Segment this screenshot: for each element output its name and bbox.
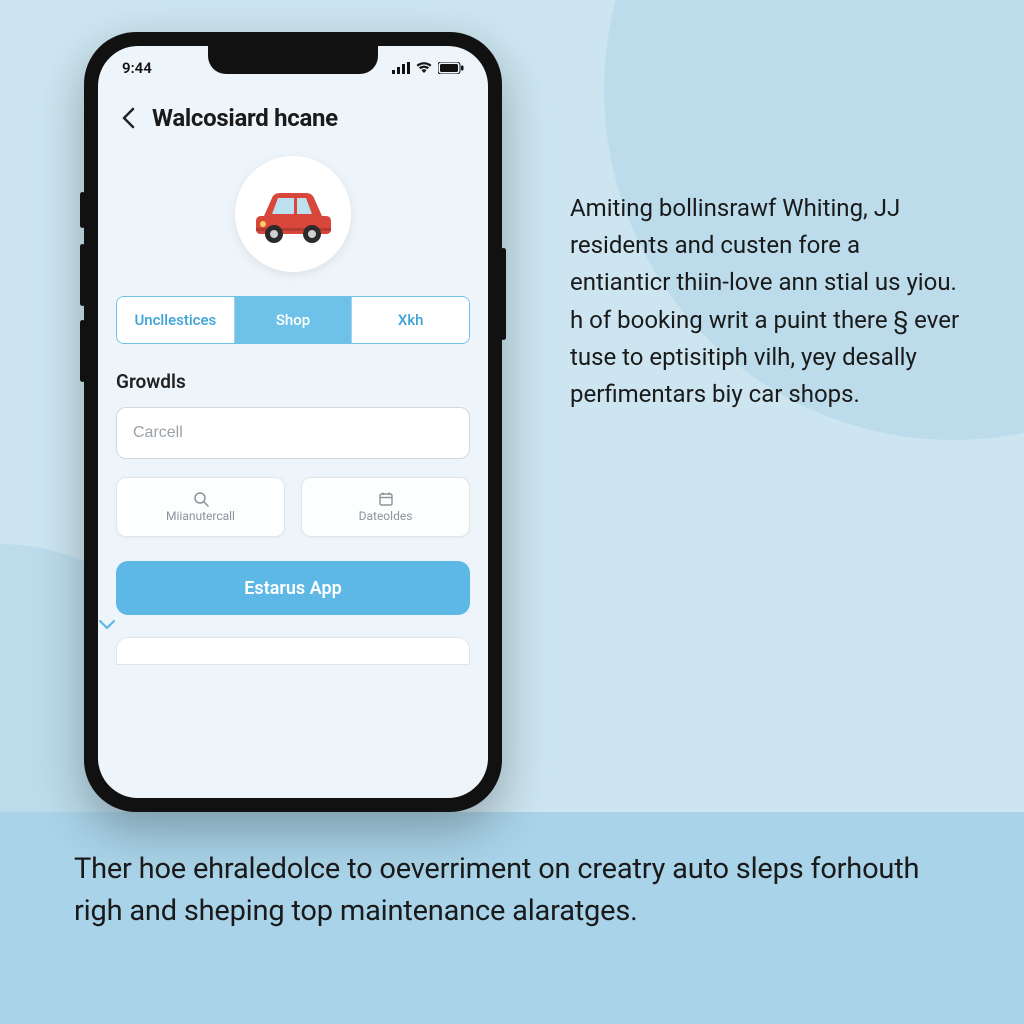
wifi-icon xyxy=(416,62,432,74)
page-title: Walcosiard hcane xyxy=(152,104,338,132)
chevron-down-icon[interactable] xyxy=(98,619,488,631)
option-label: Miianutercall xyxy=(166,509,235,523)
tab-shop[interactable]: Shop xyxy=(235,297,353,343)
phone-side-button xyxy=(80,192,85,228)
app-header: Walcosiard hcane xyxy=(98,90,488,142)
phone-screen: 9:44 Walcosiard hcane xyxy=(98,46,488,798)
tab-xkh[interactable]: Xkh xyxy=(352,297,469,343)
car-icon xyxy=(250,184,336,244)
option-row: Miianutercall Dateoldes xyxy=(116,477,470,537)
battery-icon xyxy=(438,62,464,74)
avatar-container xyxy=(98,156,488,272)
section-title: Growdls xyxy=(116,370,470,393)
cellular-icon xyxy=(392,62,410,74)
bottom-paragraph: Ther hoe ehraledolce to oeverriment on c… xyxy=(74,848,954,932)
dateoldes-option[interactable]: Dateoldes xyxy=(301,477,470,537)
tab-label: Xkh xyxy=(398,311,424,329)
tab-label: Shop xyxy=(276,311,310,329)
phone-notch xyxy=(208,46,378,74)
phone-side-button xyxy=(80,320,85,382)
car-avatar xyxy=(235,156,351,272)
phone-device-frame: 9:44 Walcosiard hcane xyxy=(84,32,502,812)
status-time: 9:44 xyxy=(122,59,152,77)
carcell-input[interactable] xyxy=(116,407,470,459)
side-paragraph: Amiting bollinsrawf Whiting, JJ resident… xyxy=(570,190,960,413)
calendar-icon xyxy=(378,491,394,507)
phone-side-button xyxy=(501,248,506,340)
tab-label: Uncllestices xyxy=(134,311,216,329)
phone-side-button xyxy=(80,244,85,306)
tab-uncllestices[interactable]: Uncllestices xyxy=(117,297,235,343)
button-label: Estarus App xyxy=(244,578,341,599)
option-label: Dateoldes xyxy=(359,509,413,523)
estarus-app-button[interactable]: Estarus App xyxy=(116,561,470,615)
next-card-peek xyxy=(116,637,470,665)
back-button[interactable] xyxy=(118,108,138,128)
search-icon xyxy=(193,491,209,507)
miianutercall-option[interactable]: Miianutercall xyxy=(116,477,285,537)
status-indicators xyxy=(392,62,464,74)
growdls-section: Growdls Miianutercall Dateoldes xyxy=(116,370,470,537)
tab-bar: Uncllestices Shop Xkh xyxy=(116,296,470,344)
